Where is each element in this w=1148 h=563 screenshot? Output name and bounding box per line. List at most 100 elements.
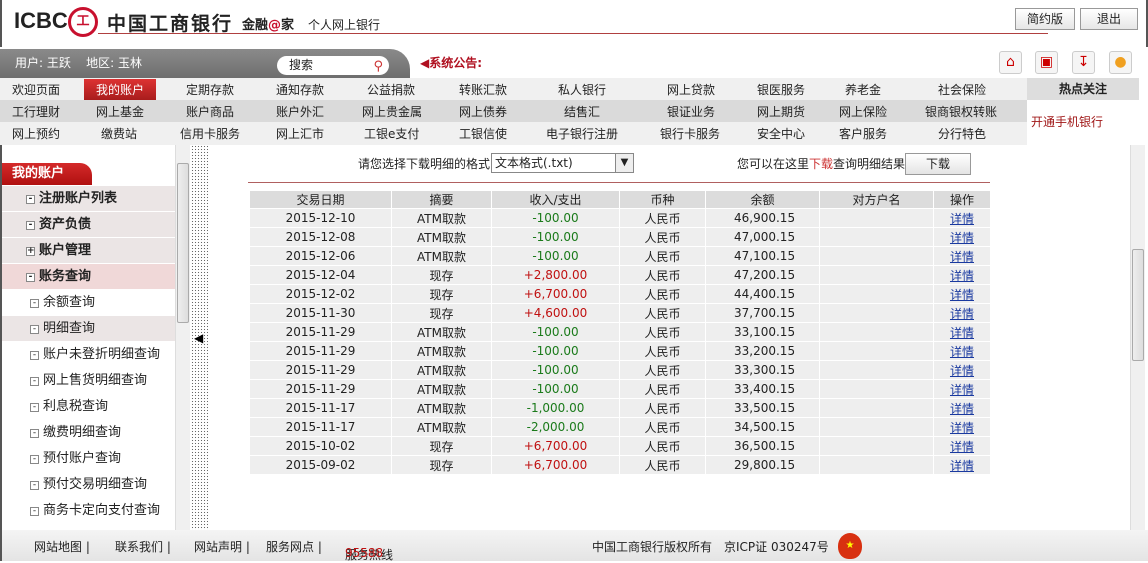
nav-item[interactable]: 工银信使 — [459, 125, 507, 142]
column-header: 交易日期 — [250, 191, 391, 208]
region: 玉林 — [118, 56, 143, 70]
panel-splitter[interactable]: ◀ — [191, 145, 208, 530]
nav-item[interactable]: 养老金 — [845, 81, 881, 98]
collapse-icon: - — [26, 273, 35, 282]
currency-cell: 人民币 — [620, 285, 705, 303]
details-link[interactable]: 详情 — [950, 345, 974, 359]
details-link[interactable]: 详情 — [950, 288, 974, 302]
footer: 网站地图 | 联系我们 | 网站声明 | 服务网点 | 服务热线 95588 中… — [0, 530, 1148, 562]
date-cell: 2015-11-29 — [250, 380, 391, 398]
headset-icon[interactable]: ● — [1109, 51, 1132, 74]
nav-item[interactable]: 电子银行注册 — [546, 125, 618, 142]
transactions-table: 交易日期 摘要 收入/支出 币种 余额 对方户名 操作 2015-12-10 ATM取款 -10… — [249, 190, 991, 475]
nav-item[interactable]: 网上预约 — [12, 125, 60, 142]
nav-item[interactable]: 账户外汇 — [276, 103, 324, 120]
action-cell: 详情 — [934, 228, 990, 246]
download-link[interactable]: 下载 — [809, 157, 833, 171]
search-input[interactable]: 搜索 ⚲ — [277, 56, 389, 75]
collapse-arrow-icon[interactable]: ◀ — [194, 331, 203, 345]
nav-item[interactable]: 缴费站 — [101, 125, 137, 142]
sidebar-item[interactable]: - 网上售货明细查询 — [2, 368, 175, 394]
nav-item[interactable]: 我的账户 — [84, 78, 157, 100]
sidebar-item[interactable]: - 利息税查询 — [2, 394, 175, 420]
sidebar-item[interactable]: - 明细查询 — [2, 316, 175, 342]
details-link[interactable]: 详情 — [950, 250, 974, 264]
nav-item[interactable]: 转账汇款 — [459, 81, 507, 98]
nav-item[interactable]: 银医服务 — [757, 81, 805, 98]
cart-icon[interactable]: ▣ — [1035, 51, 1058, 74]
details-link[interactable]: 详情 — [950, 326, 974, 340]
nav-item[interactable]: 网上基金 — [96, 103, 144, 120]
sidebar-item[interactable]: - 资产负债 — [2, 212, 175, 238]
nav-item[interactable]: 银商银权转账 — [925, 103, 997, 120]
nav-item[interactable]: 工银e支付 — [364, 125, 419, 142]
details-link[interactable]: 详情 — [950, 421, 974, 435]
nav-item[interactable]: 工行理财 — [12, 103, 60, 120]
table-row: 2015-12-02 现存 +6,700.00 人民币 44,400.15 详情 — [250, 285, 990, 303]
download-inbox-icon[interactable]: ↧ — [1072, 51, 1095, 74]
nav-item[interactable]: 信用卡服务 — [180, 125, 240, 142]
nav-item[interactable]: 网上贷款 — [667, 81, 715, 98]
nav-item[interactable]: 网上期货 — [757, 103, 805, 120]
scroll-thumb[interactable] — [1132, 249, 1144, 361]
details-link[interactable]: 详情 — [950, 402, 974, 416]
home-icon[interactable]: ⌂ — [999, 51, 1022, 74]
sidebar-item[interactable]: - 预付交易明细查询 — [2, 472, 175, 498]
sidebar-item[interactable]: - 预付账户查询 — [2, 446, 175, 472]
search-icon[interactable]: ⚲ — [373, 57, 383, 76]
nav-item[interactable]: 定期存款 — [186, 81, 234, 98]
nav-item[interactable]: 网上汇市 — [276, 125, 324, 142]
details-link[interactable]: 详情 — [950, 364, 974, 378]
details-link[interactable]: 详情 — [950, 231, 974, 245]
nav-item[interactable]: 通知存款 — [276, 81, 324, 98]
balance-cell: 34,500.15 — [706, 418, 819, 436]
nav-item[interactable]: 社会保险 — [938, 81, 986, 98]
footer-link[interactable]: 服务网点 | — [266, 538, 322, 555]
icbc-seal-icon: 工 — [68, 7, 98, 37]
footer-link[interactable]: 网站声明 | — [194, 538, 250, 555]
sidebar-item[interactable]: - 商务卡定向支付查询 — [2, 498, 175, 524]
table-row: 2015-11-29 ATM取款 -100.00 人民币 33,300.15 详情 — [250, 361, 990, 379]
scroll-thumb[interactable] — [177, 163, 189, 323]
sidebar-item[interactable]: - 余额查询 — [2, 290, 175, 316]
nav-item[interactable]: 网上债券 — [459, 103, 507, 120]
details-link[interactable]: 详情 — [950, 440, 974, 454]
sidebar-item[interactable]: - 账户未登折明细查询 — [2, 342, 175, 368]
sidebar-scrollbar[interactable] — [175, 145, 190, 530]
hot-link[interactable]: 开通手机银行 — [1031, 113, 1103, 130]
details-link[interactable]: 详情 — [950, 383, 974, 397]
collapse-icon: - — [30, 507, 39, 516]
nav-item[interactable]: 欢迎页面 — [12, 81, 60, 98]
nav-item[interactable]: 网上保险 — [839, 103, 887, 120]
logout-button[interactable]: 退出 — [1080, 8, 1138, 30]
nav-item[interactable]: 公益捐款 — [367, 81, 415, 98]
download-button[interactable]: 下载 — [905, 153, 971, 175]
sidebar-item-label: 缴费明细查询 — [43, 425, 122, 440]
sidebar-item[interactable]: - 账务查询 — [2, 264, 175, 290]
sidebar-item[interactable]: - 缴费明细查询 — [2, 420, 175, 446]
nav-item[interactable]: 银行卡服务 — [660, 125, 720, 142]
nav-item[interactable]: 安全中心 — [757, 125, 805, 142]
sidebar-item[interactable]: + 账户管理 — [2, 238, 175, 264]
main-scrollbar[interactable] — [1130, 145, 1145, 530]
amount-cell: -2,000.00 — [492, 418, 619, 436]
details-link[interactable]: 详情 — [950, 212, 974, 226]
nav-item[interactable]: 账户商品 — [186, 103, 234, 120]
nav-item[interactable]: 客户服务 — [839, 125, 887, 142]
sidebar-tab-my-account[interactable]: 我的账户 — [2, 163, 92, 185]
currency-cell: 人民币 — [620, 342, 705, 360]
footer-link[interactable]: 网站地图 | — [34, 538, 90, 555]
footer-link[interactable]: 联系我们 | — [115, 538, 171, 555]
details-link[interactable]: 详情 — [950, 307, 974, 321]
nav-item[interactable]: 结售汇 — [564, 103, 600, 120]
nav-item[interactable]: 分行特色 — [938, 125, 986, 142]
format-select[interactable]: 文本格式(.txt) ▼ — [491, 153, 634, 173]
sidebar-item[interactable]: - 注册账户列表 — [2, 186, 175, 212]
nav-item[interactable]: 银证业务 — [667, 103, 715, 120]
summary-cell: ATM取款 — [392, 342, 491, 360]
nav-item[interactable]: 私人银行 — [558, 81, 606, 98]
simple-version-button[interactable]: 简约版 — [1015, 8, 1075, 30]
nav-item[interactable]: 网上贵金属 — [362, 103, 422, 120]
details-link[interactable]: 详情 — [950, 269, 974, 283]
details-link[interactable]: 详情 — [950, 459, 974, 473]
